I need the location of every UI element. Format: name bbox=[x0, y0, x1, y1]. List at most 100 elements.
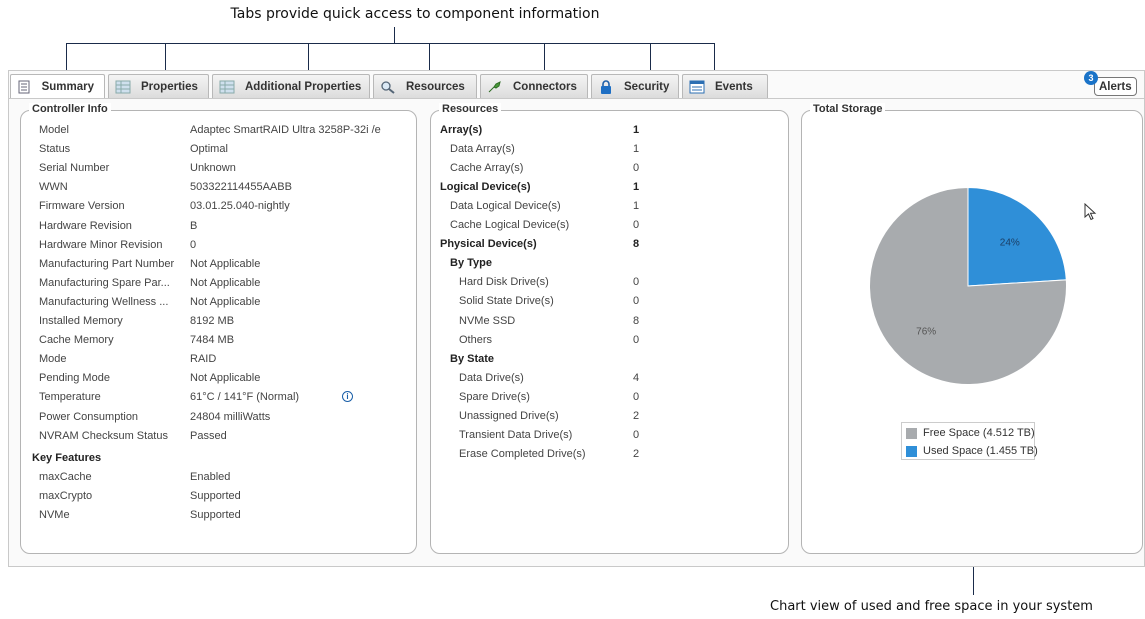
lock-icon bbox=[598, 79, 614, 94]
tab-label: Additional Properties bbox=[245, 80, 362, 93]
controller-info-label: Model bbox=[39, 124, 69, 136]
tab-properties[interactable]: Properties bbox=[108, 74, 209, 98]
resources-value: 0 bbox=[633, 390, 640, 403]
tab-label: Resources bbox=[406, 80, 465, 93]
resources-value: 1 bbox=[633, 143, 640, 156]
tab-security[interactable]: Security bbox=[591, 74, 679, 98]
controller-info-value: Unknown bbox=[190, 162, 236, 175]
callout-line bbox=[308, 43, 309, 73]
controller-info-label: WWN bbox=[39, 181, 68, 194]
resources-row: Physical Device(s) 8 bbox=[440, 238, 640, 252]
legend-item-free-space: Free Space (4.512 TB) bbox=[906, 427, 1035, 439]
legend-item-used-space: Used Space (1.455 TB) bbox=[906, 445, 1038, 457]
resources-label: Solid State Drive(s) bbox=[459, 295, 554, 308]
callout-line bbox=[429, 43, 430, 73]
alerts-label: Alerts bbox=[1099, 80, 1132, 93]
controller-info-title: Controller Info bbox=[29, 103, 111, 115]
resources-row: Transient Data Drive(s) 0 bbox=[459, 429, 640, 443]
key-feature-row: NVMe Supported bbox=[39, 509, 399, 523]
controller-info-row: Manufacturing Part Number Not Applicable bbox=[39, 258, 399, 272]
resources-value: 1 bbox=[633, 181, 640, 194]
resources-label: Data Logical Device(s) bbox=[450, 200, 561, 213]
resources-row: Data Logical Device(s) 1 bbox=[450, 200, 640, 214]
controller-info-label: Serial Number bbox=[39, 162, 110, 175]
annotation-chart-caption: Chart view of used and free space in you… bbox=[770, 599, 1093, 614]
storage-pie-chart: 24% 76% bbox=[869, 187, 1067, 385]
key-feature-row: maxCache Enabled bbox=[39, 471, 399, 485]
resources-value: 0 bbox=[633, 276, 640, 289]
legend-label: Used Space (1.455 TB) bbox=[923, 445, 1038, 457]
controller-info-value: 7484 MB bbox=[190, 334, 235, 347]
legend-swatch-used bbox=[906, 445, 917, 457]
tab-label: Summary bbox=[41, 81, 94, 93]
controller-info-label: NVRAM Checksum Status bbox=[39, 429, 168, 442]
controller-info-label: Status bbox=[39, 143, 71, 156]
resources-row: Erase Completed Drive(s) 2 bbox=[459, 448, 640, 462]
controller-info-row: Cache Memory 7484 MB bbox=[39, 334, 399, 348]
controller-info-row: WWN 503322114455AABB bbox=[39, 181, 399, 195]
resources-label: By Type bbox=[450, 257, 492, 270]
resources-label: Data Array(s) bbox=[450, 143, 515, 156]
tab-resources[interactable]: Resources bbox=[373, 74, 477, 98]
resources-label: Hard Disk Drive(s) bbox=[459, 276, 549, 289]
tab-divider bbox=[8, 98, 1145, 99]
resources-value: 2 bbox=[633, 447, 640, 460]
controller-info-label: Manufacturing Part Number bbox=[39, 257, 175, 270]
tab-additional-properties[interactable]: Additional Properties bbox=[212, 74, 370, 98]
resources-value: 0 bbox=[633, 428, 640, 441]
legend-swatch-free bbox=[906, 427, 917, 439]
controller-info-value: 8192 MB bbox=[190, 315, 235, 327]
controller-info-label: Manufacturing Wellness ... bbox=[39, 295, 169, 308]
controller-info-row: Hardware Minor Revision 0 bbox=[39, 239, 399, 253]
resources-value: 0 bbox=[633, 162, 640, 175]
controller-info-label: Firmware Version bbox=[39, 200, 125, 213]
controller-info-row: Pending Mode Not Applicable bbox=[39, 372, 399, 386]
controller-info-value: 503322114455AABB bbox=[190, 181, 292, 194]
tab-summary[interactable]: Summary bbox=[10, 74, 105, 99]
controller-info-value: Not Applicable bbox=[190, 372, 261, 385]
resources-row: Logical Device(s) 1 bbox=[440, 181, 640, 195]
controller-info-value: Not Applicable bbox=[190, 276, 261, 289]
resources-row: By Type bbox=[450, 257, 640, 271]
tab-bar: Summary Properties Additional Properties… bbox=[10, 74, 768, 99]
storage-chart-legend: Free Space (4.512 TB) Used Space (1.455 … bbox=[901, 422, 1038, 460]
controller-info-row: Temperature 61°C / 141°F (Normal) i bbox=[39, 391, 399, 405]
controller-info-value: 0 bbox=[190, 238, 197, 251]
pie-label-free: 76% bbox=[916, 327, 936, 338]
controller-info-label: Power Consumption bbox=[39, 410, 139, 423]
resources-label: Transient Data Drive(s) bbox=[459, 428, 573, 441]
key-feature-value: Enabled bbox=[190, 470, 231, 483]
resources-row: Data Array(s) 1 bbox=[450, 143, 640, 157]
controller-info-row: Firmware Version 03.01.25.040-nightly bbox=[39, 200, 399, 214]
document-icon bbox=[17, 80, 32, 94]
controller-info-value: RAID bbox=[190, 353, 217, 366]
controller-info-label: Temperature bbox=[39, 391, 101, 404]
mouse-pointer-icon bbox=[1084, 203, 1097, 221]
alerts-button[interactable]: Alerts bbox=[1094, 77, 1137, 96]
resources-label: Data Drive(s) bbox=[459, 371, 524, 384]
callout-line bbox=[394, 27, 395, 43]
controller-info-label: Hardware Minor Revision bbox=[39, 238, 163, 251]
resources-label: Physical Device(s) bbox=[440, 238, 537, 251]
tab-events[interactable]: Events bbox=[682, 74, 768, 98]
controller-info-value: Not Applicable bbox=[190, 257, 261, 270]
callout-line bbox=[544, 43, 545, 73]
resources-label: Others bbox=[459, 333, 493, 346]
resources-row: NVMe SSD 8 bbox=[459, 315, 640, 329]
controller-info-label: Cache Memory bbox=[39, 334, 114, 347]
tab-label: Security bbox=[624, 80, 670, 93]
controller-info-row: Hardware Revision B bbox=[39, 220, 399, 234]
info-icon[interactable]: i bbox=[342, 391, 353, 403]
resources-value: 0 bbox=[633, 295, 640, 308]
plug-icon bbox=[487, 80, 503, 94]
key-feature-label: NVMe bbox=[39, 508, 70, 521]
tab-connectors[interactable]: Connectors bbox=[480, 74, 588, 98]
resources-label: Cache Logical Device(s) bbox=[450, 219, 570, 232]
controller-info-row: Manufacturing Spare Par... Not Applicabl… bbox=[39, 277, 399, 291]
total-storage-title: Total Storage bbox=[810, 103, 886, 115]
tab-label: Events bbox=[715, 80, 753, 93]
controller-info-row: Status Optimal bbox=[39, 143, 399, 157]
controller-info-label: Mode bbox=[39, 353, 67, 366]
resources-label: Cache Array(s) bbox=[450, 162, 524, 175]
resources-label: Unassigned Drive(s) bbox=[459, 409, 559, 422]
